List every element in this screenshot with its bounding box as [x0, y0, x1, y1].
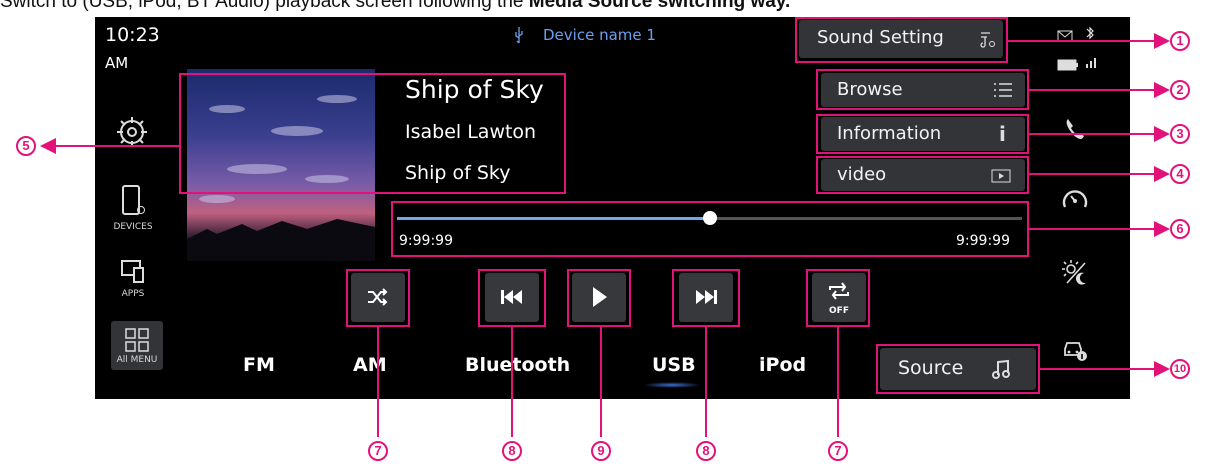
callout-8-left: 8 [502, 441, 522, 461]
callout-3: 3 [1170, 124, 1190, 144]
callout-8-right: 8 [696, 441, 716, 461]
callout-10: 10 [1170, 359, 1190, 379]
callout-7-left: 7 [368, 441, 388, 461]
callout-2: 2 [1170, 80, 1190, 100]
callout-7-right: 7 [828, 441, 848, 461]
callout-4: 4 [1170, 164, 1190, 184]
callout-9: 9 [591, 441, 611, 461]
callout-lines [40, 33, 1170, 437]
callout-1: 1 [1170, 31, 1190, 51]
callout-5: 5 [16, 136, 36, 156]
callout-6: 6 [1170, 219, 1190, 239]
